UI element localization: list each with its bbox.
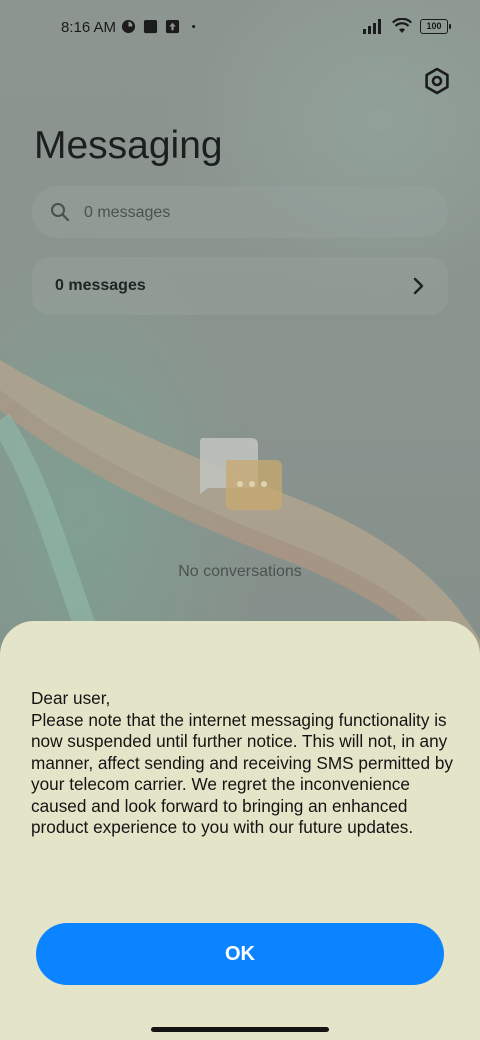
signal-icon	[363, 19, 381, 34]
stop-icon	[143, 19, 158, 34]
page-title: Messaging	[34, 124, 223, 167]
status-time: 8:16 AM	[61, 19, 117, 36]
settings-gear-icon[interactable]	[423, 67, 451, 95]
conversation-icon	[199, 438, 282, 510]
ok-button[interactable]: OK	[36, 923, 444, 985]
messages-row-label: 0 messages	[55, 277, 146, 294]
search-input[interactable]	[82, 186, 426, 240]
messages-row[interactable]: 0 messages	[32, 257, 448, 315]
search-icon	[51, 203, 70, 222]
wifi-icon	[392, 18, 412, 33]
dialog-message: Dear user, Please note that the internet…	[31, 688, 461, 839]
dialog-greeting: Dear user,	[31, 688, 111, 708]
search-bar[interactable]	[32, 186, 448, 240]
battery-icon: 100	[420, 18, 451, 34]
chevron-right-icon	[413, 277, 424, 295]
battery-level: 100	[426, 20, 442, 31]
dot-icon	[192, 25, 196, 28]
dialog-body: Please note that the internet messaging …	[31, 709, 453, 838]
media-icon	[121, 19, 136, 34]
empty-state-text: No conversations	[178, 563, 302, 580]
upload-icon	[165, 19, 180, 34]
notice-dialog: Dear user, Please note that the internet…	[0, 621, 480, 1040]
status-bar: 8:16 AM 100	[0, 0, 480, 56]
home-indicator[interactable]	[151, 1027, 329, 1032]
